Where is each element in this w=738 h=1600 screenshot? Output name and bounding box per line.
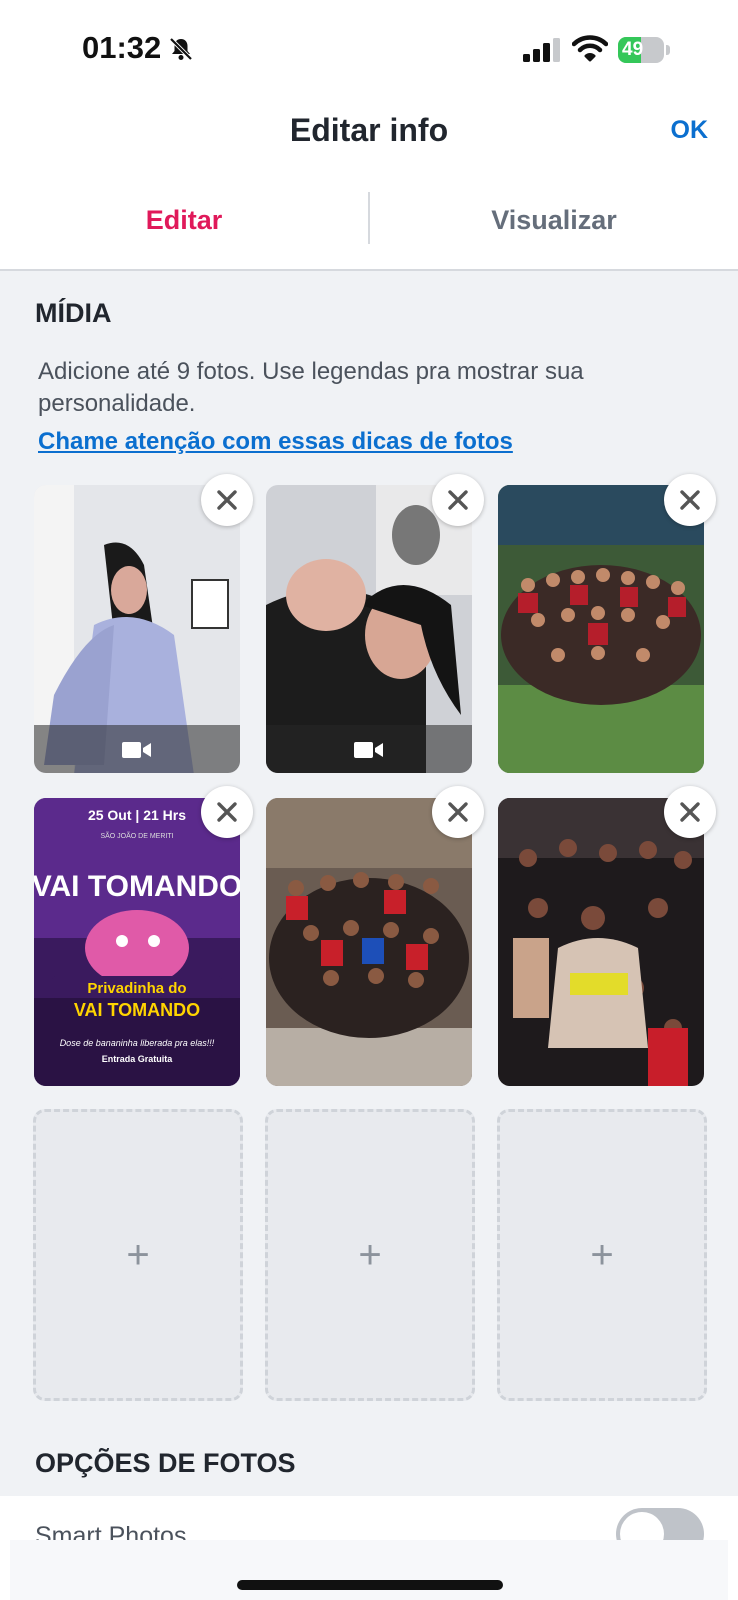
status-time: 01:32 [82,30,162,65]
close-icon [680,802,700,822]
remove-media-button[interactable] [432,786,484,838]
home-indicator-area [10,1540,728,1600]
plus-icon: + [358,1233,382,1277]
media-description: Adicione até 9 fotos. Use legendas pra m… [38,358,584,417]
bell-slash-icon [168,36,194,67]
remove-media-button[interactable] [664,474,716,526]
signal-icon [523,38,561,67]
home-indicator[interactable] [237,1580,503,1590]
add-media-slot[interactable]: + [497,1109,707,1401]
page-title: Editar info [289,112,449,148]
media-tile-photo[interactable]: 25 Out | 21 Hrs SÃO JOÃO DE MERITI VAI T… [34,798,240,1086]
media-tile-photo[interactable] [266,798,472,1086]
photo-options-title: OPÇÕES DE FOTOS [35,1448,296,1478]
wifi-icon [571,34,609,67]
close-icon [217,802,237,822]
remove-media-button[interactable] [664,786,716,838]
tab-bar: Editar Visualizar [0,180,738,271]
video-camera-icon [354,742,383,758]
tab-preview[interactable]: Visualizar [370,180,738,269]
close-icon [217,490,237,510]
poster-title: VAI TOMANDO [34,870,240,903]
photo-tips-link[interactable]: Chame atenção com essas dicas de fotos [38,428,513,456]
plus-icon: + [590,1233,614,1277]
media-section-title: MÍDIA [35,298,112,328]
media-thumbnail [498,485,704,773]
poster-date: 25 Out | 21 Hrs [88,807,186,823]
media-tile-video[interactable] [34,485,240,773]
remove-media-button[interactable] [432,474,484,526]
status-bar: 01:32 49 [0,0,738,100]
add-media-slot[interactable]: + [33,1109,243,1401]
close-icon [680,490,700,510]
tab-edit[interactable]: Editar [0,180,368,269]
media-tile-photo[interactable] [498,798,704,1086]
poster-title-secondary: VAI TOMANDO [74,1000,200,1020]
media-thumbnail [266,798,472,1086]
media-thumbnail [498,798,704,1086]
ok-button[interactable]: OK [671,116,709,145]
media-tile-video[interactable] [266,485,472,773]
battery-level: 49 [622,39,644,60]
navigation-bar: Editar info OK [0,100,738,180]
remove-media-button[interactable] [201,786,253,838]
video-camera-icon [122,742,151,758]
video-indicator-bar [266,725,472,773]
close-icon [448,802,468,822]
remove-media-button[interactable] [201,474,253,526]
video-indicator-bar [34,725,240,773]
close-icon [448,490,468,510]
poster-location: SÃO JOÃO DE MERITI [100,831,173,840]
event-poster-thumbnail: 25 Out | 21 Hrs SÃO JOÃO DE MERITI VAI T… [34,798,240,1086]
media-tile-photo[interactable] [498,485,704,773]
add-media-slot[interactable]: + [265,1109,475,1401]
plus-icon: + [126,1233,150,1277]
poster-promo: Dose de bananinha liberada pra elas!!! [60,1038,215,1048]
battery-icon: 49 [618,37,672,63]
poster-subtitle: Privadinha do [87,980,186,997]
poster-entry: Entrada Gratuita [102,1054,174,1064]
